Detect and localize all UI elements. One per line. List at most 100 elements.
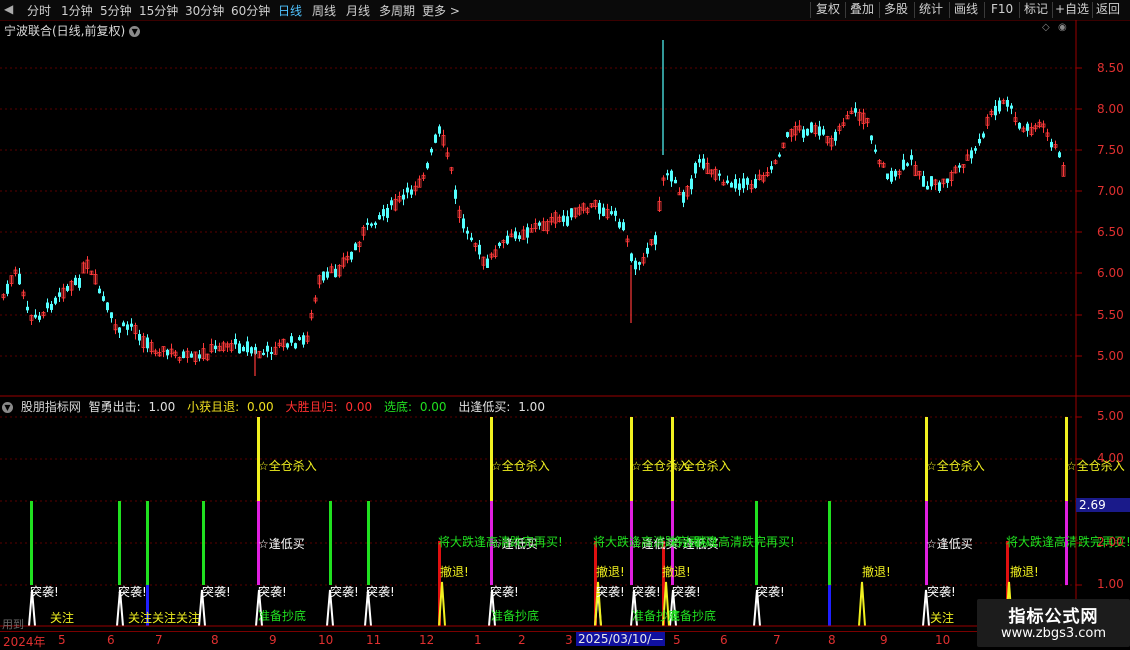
signal-label: 将大跌逢高清跌完再买! — [438, 534, 563, 549]
signal-label: 撤退! — [1010, 564, 1039, 579]
candle-body-down — [126, 324, 129, 330]
price-tick: 6.00 — [1097, 266, 1124, 280]
green-bar — [146, 501, 149, 585]
date-tick: 9 — [880, 633, 888, 647]
candle-body-down — [350, 251, 353, 260]
candle-body-down — [926, 185, 929, 190]
candle-body-down — [374, 222, 377, 225]
candle-body-down — [754, 178, 757, 188]
signal-label: ☆全仓杀入 — [672, 458, 731, 473]
candle-body-down — [834, 131, 837, 141]
date-tick: 5 — [673, 633, 681, 647]
indicator-title[interactable]: ▼ 股朋指标网 智勇出击: 1.00 小获且退: 0.00 大胜且归: 0.00… — [2, 398, 553, 415]
signal-label: 突袭! — [202, 584, 231, 599]
hint-text: 用到 — [2, 618, 24, 631]
signal-label: ☆全仓杀入 — [491, 458, 550, 473]
date-tick: 3 — [565, 633, 573, 647]
watermark: 指标公式网 www.zbgs3.com — [977, 599, 1130, 647]
candle-body-down — [354, 243, 357, 251]
candle-body-down — [74, 277, 77, 286]
candle-body-down — [666, 173, 669, 176]
ind-tick: 5.00 — [1097, 409, 1124, 423]
candle-body-down — [478, 244, 481, 255]
candle-body-down — [614, 210, 617, 216]
chevron-down-icon[interactable]: ▼ — [129, 26, 141, 37]
candle-body-down — [870, 135, 873, 141]
candle-body-down — [1058, 152, 1061, 158]
price-panel-title[interactable]: 宁波联合(日线,前复权) ▼ — [4, 22, 141, 39]
candle-body-down — [386, 207, 389, 218]
candle-body-down — [1010, 105, 1013, 109]
candle-body-down — [1018, 122, 1021, 129]
date-tick: 12 — [419, 633, 435, 647]
candle-body-down — [66, 285, 69, 291]
date-tick: 9 — [269, 633, 277, 647]
candle-body-down — [718, 173, 721, 176]
candlestick-series — [1, 40, 1066, 376]
candle-body-down — [26, 306, 29, 311]
candle-body-down — [570, 208, 573, 218]
candle-body-down — [334, 268, 337, 278]
signal-label: 准备抄底 — [258, 608, 306, 623]
signal-label: 关注 — [50, 610, 74, 625]
signal-label: 突袭! — [756, 584, 785, 599]
candle-body-down — [1050, 141, 1053, 148]
date-tick: 7 — [773, 633, 781, 647]
candle-body-down — [538, 222, 541, 226]
price-tick: 7.00 — [1097, 184, 1124, 198]
candle-body-down — [778, 154, 781, 157]
candle-body-down — [246, 341, 249, 353]
candle-body-down — [1006, 100, 1009, 107]
candle-body-down — [214, 345, 217, 350]
candle-body-down — [426, 163, 429, 169]
candle-body-down — [430, 148, 433, 153]
candle-body-down — [982, 133, 985, 138]
signal-label: ☆逢低买 — [926, 537, 973, 551]
candle-body-down — [562, 215, 565, 222]
candle-body-down — [294, 343, 297, 349]
candle-body-down — [454, 189, 457, 199]
candle-body-down — [262, 352, 265, 355]
candle-body-down — [742, 178, 745, 189]
ind-tick: 1.00 — [1097, 577, 1124, 591]
date-tick: 8 — [211, 633, 219, 647]
price-tick: 6.50 — [1097, 225, 1124, 239]
price-tick: 8.50 — [1097, 61, 1124, 75]
candle-body-down — [470, 237, 473, 241]
candle-body-down — [410, 189, 413, 195]
candle-body-down — [498, 242, 501, 246]
diamond-icon[interactable]: ◇ — [1042, 22, 1050, 33]
candle-body-down — [238, 343, 241, 354]
candle-body-down — [806, 128, 809, 136]
candle-body-down — [622, 222, 625, 231]
candle-body-down — [402, 194, 405, 200]
candle-body-down — [630, 253, 633, 261]
candle-body-down — [734, 179, 737, 189]
date-tick: 2024年 — [3, 635, 46, 649]
candle-body-down — [18, 273, 21, 285]
green-bar — [202, 501, 205, 585]
date-tick: 10 — [935, 633, 951, 647]
cursor-value-badge: 2.69 — [1076, 498, 1130, 512]
candle-body-down — [118, 327, 121, 333]
candle-body-down — [182, 351, 185, 359]
candle-body-down — [102, 296, 105, 301]
candle-body-down — [998, 100, 1001, 112]
candle-body-down — [462, 218, 465, 229]
candle-body-down — [518, 235, 521, 240]
signal-label: ☆全仓杀入 — [926, 458, 985, 473]
candle-body-down — [438, 126, 441, 134]
signal-label: 撤退! — [662, 564, 691, 579]
candle-body-down — [390, 200, 393, 206]
candle-body-down — [958, 165, 961, 168]
candle-body-down — [654, 235, 657, 245]
signal-label: 突袭! — [927, 584, 956, 599]
candle-body-down — [690, 178, 693, 190]
chevron-down-icon[interactable]: ▼ — [2, 402, 13, 413]
candle-body-down — [514, 231, 517, 239]
candle-body-down — [38, 315, 41, 320]
signal-label: 关注 — [176, 610, 200, 625]
candle-body-down — [894, 170, 897, 177]
candle-body-down — [902, 159, 905, 170]
settings-circle-icon[interactable]: ◉ — [1058, 22, 1067, 33]
